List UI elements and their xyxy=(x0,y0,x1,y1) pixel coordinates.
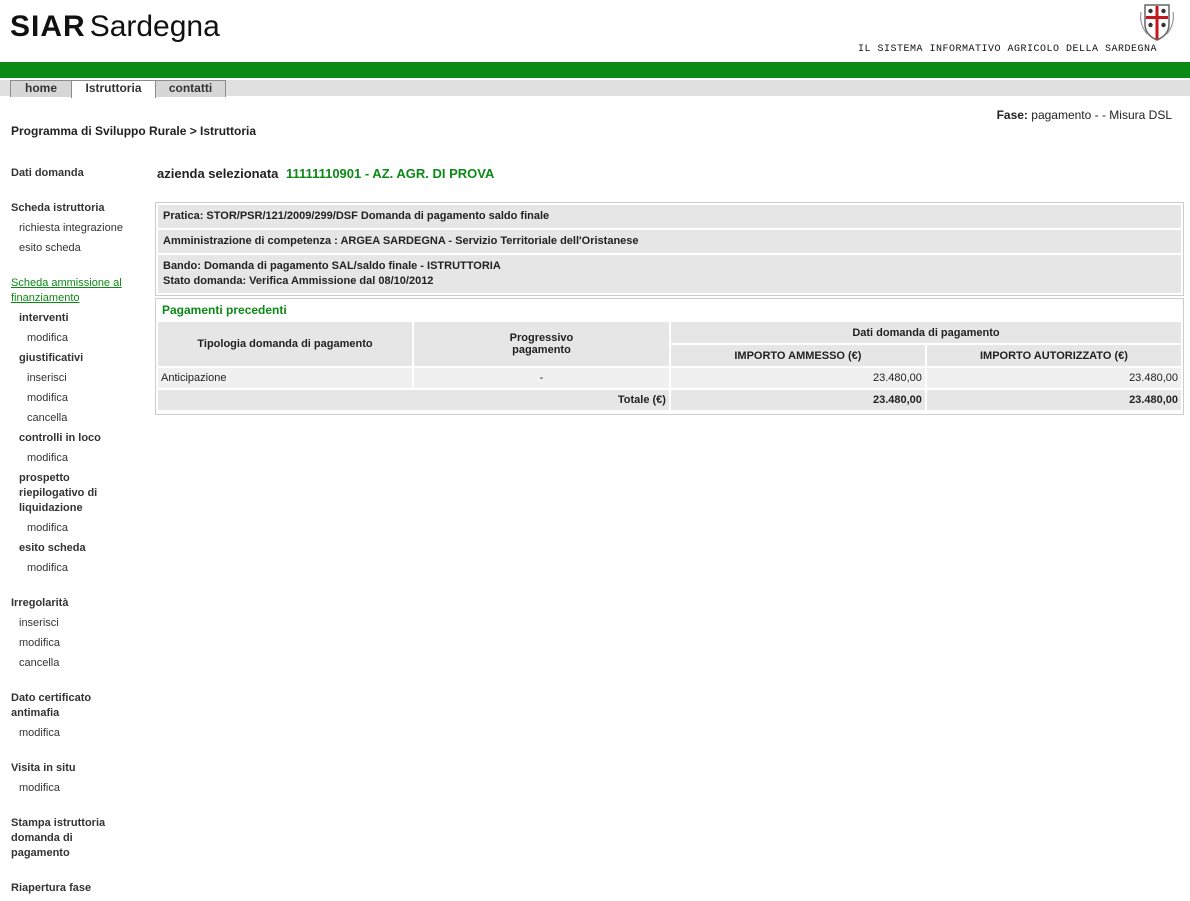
cell-totale-ammesso: 23.480,00 xyxy=(670,390,925,410)
sidebar-item-prospetto-modifica[interactable]: modifica xyxy=(27,521,167,536)
sidebar-item-irregolarita-inserisci[interactable]: inserisci xyxy=(19,616,159,631)
sidebar-item-prospetto-riepilogativo[interactable]: prospetto riepilogativo di liquidazione xyxy=(19,471,114,516)
col-group-dati-domanda: Dati domanda di pagamento xyxy=(670,322,1181,343)
azienda-selezionata: azienda selezionata 11111110901 - AZ. AG… xyxy=(157,166,494,181)
sidebar-item-scheda-ammissione[interactable]: Scheda ammissione al finanziamento xyxy=(11,276,141,306)
bando-text: Bando: Domanda di pagamento SAL/saldo fi… xyxy=(163,260,501,272)
sidebar-item-dati-domanda[interactable]: Dati domanda xyxy=(11,166,151,181)
sidebar-item-irregolarita-modifica[interactable]: modifica xyxy=(19,636,159,651)
table-row: Anticipazione - 23.480,00 23.480,00 xyxy=(158,368,1181,388)
sidebar-item-scheda-istruttoria[interactable]: Scheda istruttoria xyxy=(11,201,151,216)
cell-importo-autorizzato: 23.480,00 xyxy=(926,368,1181,388)
pratica-row: Pratica: STOR/PSR/121/2009/299/DSF Doman… xyxy=(158,205,1181,228)
logo-siar: SIAR xyxy=(10,10,86,43)
cell-importo-ammesso: 23.480,00 xyxy=(670,368,925,388)
bando-row: Bando: Domanda di pagamento SAL/saldo fi… xyxy=(158,255,1181,293)
sidebar-item-giustificativi-modifica[interactable]: modifica xyxy=(27,391,167,406)
sidebar-item-esito-scheda-ammissione[interactable]: esito scheda xyxy=(19,541,159,556)
tab-istruttoria[interactable]: Istruttoria xyxy=(71,80,156,98)
sidebar-item-visita-in-situ[interactable]: Visita in situ xyxy=(11,761,151,776)
fase-indicator: Fase: pagamento - - Misura DSL xyxy=(997,108,1172,122)
sidebar-item-interventi-modifica[interactable]: modifica xyxy=(27,331,167,346)
table-total-row: Totale (€) 23.480,00 23.480,00 xyxy=(158,390,1181,410)
col-importo-autorizzato: IMPORTO AUTORIZZATO (€) xyxy=(926,345,1181,366)
tab-home[interactable]: home xyxy=(10,80,72,97)
sidebar-item-stampa-istruttoria[interactable]: Stampa istruttoria domanda di pagamento xyxy=(11,816,116,861)
sidebar-item-antimafia[interactable]: Dato certificato antimafia xyxy=(11,691,111,721)
sidebar-item-giustificativi-inserisci[interactable]: inserisci xyxy=(27,371,167,386)
amministrazione-row: Amministrazione di competenza : ARGEA SA… xyxy=(158,230,1181,253)
col-tipologia: Tipologia domanda di pagamento xyxy=(158,322,412,366)
cell-tipologia: Anticipazione xyxy=(158,368,412,388)
sidebar-item-controlli-in-loco[interactable]: controlli in loco xyxy=(19,431,159,446)
sidebar-item-giustificativi-cancella[interactable]: cancella xyxy=(27,411,167,426)
azienda-value: 11111110901 - AZ. AGR. DI PROVA xyxy=(286,166,495,181)
regione-sardegna-coat-of-arms-icon xyxy=(1140,4,1174,41)
sidebar-item-irregolarita-cancella[interactable]: cancella xyxy=(19,656,159,671)
cell-progressivo: - xyxy=(414,368,669,388)
breadcrumb: Programma di Sviluppo Rurale > Istruttor… xyxy=(11,124,257,138)
pagamenti-title: Pagamenti precedenti xyxy=(162,303,287,317)
sidebar-item-interventi[interactable]: interventi xyxy=(19,311,159,326)
sidebar-item-antimafia-modifica[interactable]: modifica xyxy=(19,726,159,741)
azienda-label: azienda selezionata xyxy=(157,166,279,181)
sidebar-item-riapertura-fase[interactable]: Riapertura fase xyxy=(11,881,151,896)
col-importo-ammesso: IMPORTO AMMESSO (€) xyxy=(670,345,925,366)
cell-totale-autorizzato: 23.480,00 xyxy=(926,390,1181,410)
logo-sardegna: Sardegna xyxy=(89,10,220,43)
tab-contatti[interactable]: contatti xyxy=(155,80,226,97)
pratica-info-box: Pratica: STOR/PSR/121/2009/299/DSF Doman… xyxy=(155,202,1184,296)
stato-domanda-text: Stato domanda: Verifica Ammissione dal 0… xyxy=(163,275,434,287)
col-progressivo: Progressivo pagamento xyxy=(414,322,669,366)
siar-logo[interactable]: SIAR Sardegna xyxy=(10,10,220,44)
table-header-row: Tipologia domanda di pagamento Progressi… xyxy=(158,322,1181,366)
sidebar-item-richiesta-integrazione[interactable]: richiesta integrazione xyxy=(19,221,159,236)
fase-value: pagamento - - Misura DSL xyxy=(1031,108,1172,122)
sidebar-item-giustificativi[interactable]: giustificativi xyxy=(19,351,159,366)
cell-totale-label: Totale (€) xyxy=(158,390,669,410)
fase-label: Fase: xyxy=(996,108,1028,122)
sidebar-item-controlli-modifica[interactable]: modifica xyxy=(27,451,167,466)
sidebar-item-esito-modifica[interactable]: modifica xyxy=(27,561,167,576)
pratica-text: Pratica: STOR/PSR/121/2009/299/DSF Doman… xyxy=(163,210,550,222)
site-tagline: IL SISTEMA INFORMATIVO AGRICOLO DELLA SA… xyxy=(858,44,1158,55)
pagamenti-precedenti-panel: Pagamenti precedenti Tipologia domanda d… xyxy=(155,298,1184,415)
green-banner-bar xyxy=(0,62,1190,78)
pagamenti-table: Tipologia domanda di pagamento Progressi… xyxy=(156,320,1183,412)
site-header: SIAR Sardegna IL SISTEMA INFORMATIVO AGRI… xyxy=(0,0,1190,62)
sidebar-item-visita-modifica[interactable]: modifica xyxy=(19,781,159,796)
sidebar-item-irregolarita[interactable]: Irregolarità xyxy=(11,596,151,611)
sidebar-item-esito-scheda[interactable]: esito scheda xyxy=(19,241,159,256)
amministrazione-text: Amministrazione di competenza : ARGEA SA… xyxy=(163,235,639,247)
